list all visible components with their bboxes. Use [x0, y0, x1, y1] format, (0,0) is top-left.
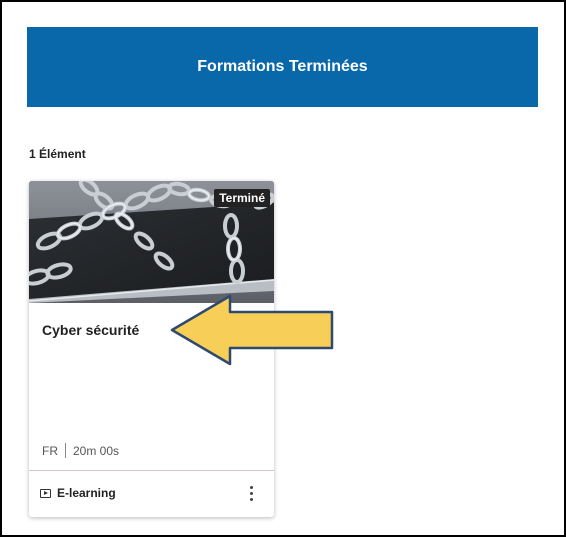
card-divider: [29, 470, 274, 471]
section-title: Formations Terminées: [197, 58, 368, 75]
course-title[interactable]: Cyber sécurité: [42, 322, 139, 338]
language-label: FR: [42, 443, 58, 458]
duration-label: 20m 00s: [73, 443, 120, 458]
page-frame: Formations Terminées 1 Élément Terminé C…: [0, 0, 566, 537]
status-badge: Terminé: [214, 189, 270, 207]
course-type: E-learning: [40, 486, 116, 500]
course-meta: FR 20m 00s: [42, 443, 119, 458]
section-banner: Formations Terminées: [27, 27, 538, 107]
course-type-label: E-learning: [57, 486, 116, 500]
result-count: 1 Élément: [29, 147, 86, 161]
play-video-icon: [40, 488, 51, 498]
more-vertical-icon[interactable]: [241, 483, 261, 503]
course-thumbnail[interactable]: Terminé: [29, 181, 274, 303]
arrow-left-icon: [170, 294, 334, 366]
meta-separator: [65, 443, 66, 458]
